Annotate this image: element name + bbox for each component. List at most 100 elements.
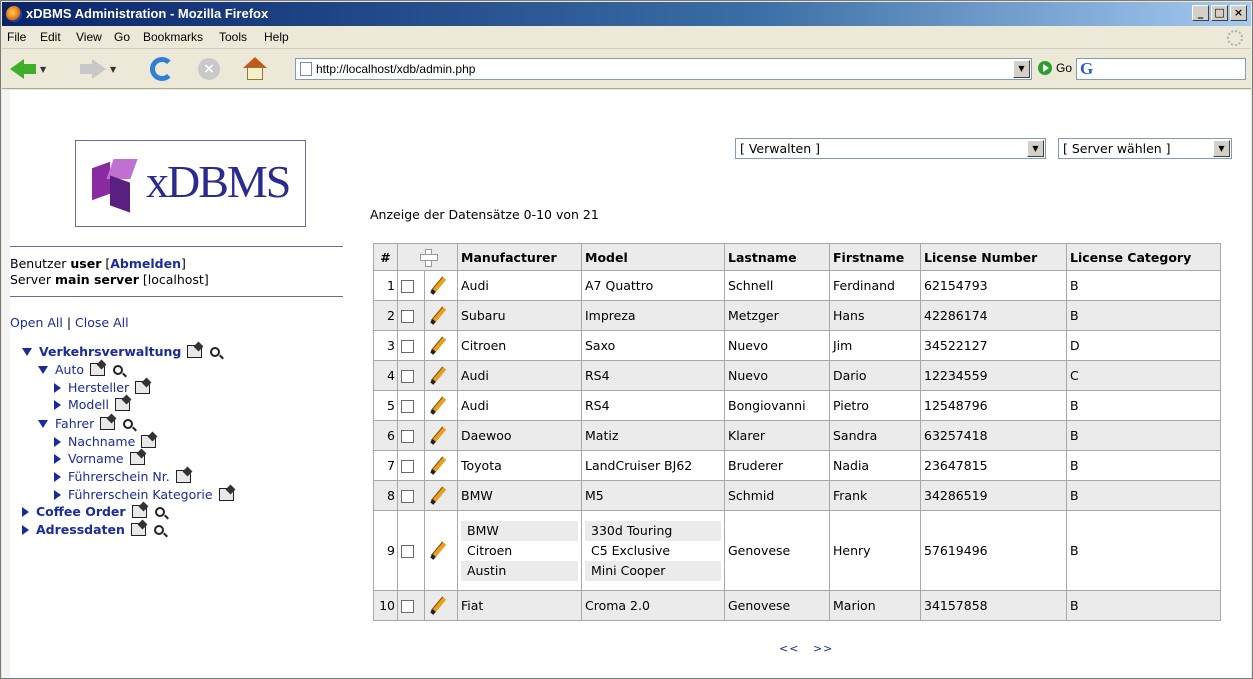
chevron-down-icon[interactable]: ▼ xyxy=(1027,140,1044,157)
expand-open-icon[interactable] xyxy=(38,365,48,374)
edit-table-icon[interactable] xyxy=(100,417,116,430)
tree-label[interactable]: Coffee Order xyxy=(36,504,126,519)
edit-pencil-icon[interactable] xyxy=(428,397,446,415)
tree-item-fuehrerschein-kategorie[interactable]: Führerschein Kategorie xyxy=(54,487,234,502)
tree-item-adressdaten[interactable]: Adressdaten xyxy=(22,522,164,537)
edit-table-icon[interactable] xyxy=(141,435,157,448)
tree-item-auto[interactable]: Auto xyxy=(38,362,124,377)
row-checkbox[interactable] xyxy=(401,430,414,443)
edit-table-icon[interactable] xyxy=(90,363,106,376)
header-lastname[interactable]: Lastname xyxy=(724,243,830,271)
tree-item-fuehrerschein-nr[interactable]: Führerschein Nr. xyxy=(54,469,191,484)
search-icon[interactable] xyxy=(210,346,221,357)
edit-table-icon[interactable] xyxy=(115,398,131,411)
menu-file[interactable]: File xyxy=(7,30,26,44)
search-icon[interactable] xyxy=(153,524,164,535)
open-all-link[interactable]: Open All xyxy=(10,315,63,330)
row-checkbox[interactable] xyxy=(401,460,414,473)
row-checkbox[interactable] xyxy=(401,600,414,613)
tree-item-vorname[interactable]: Vorname xyxy=(54,451,145,466)
close-all-link[interactable]: Close All xyxy=(75,315,129,330)
edit-pencil-icon[interactable] xyxy=(428,457,446,475)
tree-label[interactable]: Führerschein Nr. xyxy=(68,469,170,484)
tree-item-nachname[interactable]: Nachname xyxy=(54,434,157,449)
expand-open-icon[interactable] xyxy=(38,419,48,428)
menu-help[interactable]: Help xyxy=(264,30,289,44)
row-checkbox[interactable] xyxy=(401,280,414,293)
back-dropdown-icon[interactable]: ▼ xyxy=(40,65,46,74)
tree-label[interactable]: Hersteller xyxy=(68,380,129,395)
expand-closed-icon[interactable] xyxy=(54,489,61,500)
tree-item-modell[interactable]: Modell xyxy=(54,397,131,412)
stop-button[interactable]: × xyxy=(198,55,220,83)
edit-table-icon[interactable] xyxy=(175,470,191,483)
expand-open-icon[interactable] xyxy=(22,347,32,356)
forward-dropdown-icon[interactable]: ▼ xyxy=(110,65,116,74)
tree-label[interactable]: Auto xyxy=(55,362,84,377)
expand-closed-icon[interactable] xyxy=(54,399,61,410)
search-icon[interactable] xyxy=(113,364,124,375)
edit-pencil-icon[interactable] xyxy=(428,337,446,355)
row-checkbox[interactable] xyxy=(401,490,414,503)
logout-link[interactable]: Abmelden xyxy=(110,256,181,271)
expand-closed-icon[interactable] xyxy=(54,382,61,393)
url-input[interactable] xyxy=(316,60,996,78)
edit-table-icon[interactable] xyxy=(187,345,203,358)
forward-button[interactable]: ▼ xyxy=(80,55,116,83)
edit-pencil-icon[interactable] xyxy=(428,427,446,445)
search-icon[interactable] xyxy=(154,506,165,517)
header-license-number[interactable]: License Number xyxy=(920,243,1067,271)
next-page-link[interactable]: >> xyxy=(813,642,833,655)
tree-item-hersteller[interactable]: Hersteller xyxy=(54,380,151,395)
home-button[interactable] xyxy=(242,55,268,83)
maximize-button[interactable]: □ xyxy=(1211,5,1228,21)
row-checkbox[interactable] xyxy=(401,310,414,323)
row-checkbox[interactable] xyxy=(401,370,414,383)
menu-bookmarks[interactable]: Bookmarks xyxy=(143,30,203,44)
edit-pencil-icon[interactable] xyxy=(428,542,446,560)
expand-closed-icon[interactable] xyxy=(54,436,61,447)
row-checkbox[interactable] xyxy=(401,545,414,558)
search-box[interactable]: G xyxy=(1076,58,1246,80)
close-button[interactable]: × xyxy=(1230,5,1247,21)
expand-closed-icon[interactable] xyxy=(22,506,29,517)
tree-label[interactable]: Führerschein Kategorie xyxy=(68,487,213,502)
url-bar[interactable]: ▼ xyxy=(295,58,1032,80)
reload-button[interactable] xyxy=(150,55,174,83)
menu-edit[interactable]: Edit xyxy=(40,30,61,44)
expand-closed-icon[interactable] xyxy=(54,471,61,482)
add-icon[interactable] xyxy=(419,248,438,267)
chevron-down-icon[interactable]: ▼ xyxy=(1213,140,1230,157)
search-icon[interactable] xyxy=(123,418,134,429)
edit-pencil-icon[interactable] xyxy=(428,487,446,505)
tree-item-verkehrsverwaltung[interactable]: Verkehrsverwaltung xyxy=(22,344,221,359)
edit-table-icon[interactable] xyxy=(131,505,147,518)
row-checkbox[interactable] xyxy=(401,400,414,413)
header-license-category[interactable]: License Category xyxy=(1066,243,1221,271)
back-button[interactable]: ▼ xyxy=(10,55,46,83)
edit-table-icon[interactable] xyxy=(129,452,145,465)
server-select[interactable]: [ Server wählen ] ▼ xyxy=(1058,138,1232,159)
expand-closed-icon[interactable] xyxy=(22,524,29,535)
edit-pencil-icon[interactable] xyxy=(428,367,446,385)
expand-closed-icon[interactable] xyxy=(54,453,61,464)
tree-label[interactable]: Nachname xyxy=(68,434,135,449)
manage-select[interactable]: [ Verwalten ] ▼ xyxy=(735,138,1046,159)
minimize-button[interactable]: _ xyxy=(1192,5,1209,21)
edit-table-icon[interactable] xyxy=(130,523,146,536)
tree-label[interactable]: Vorname xyxy=(68,451,124,466)
menu-view[interactable]: View xyxy=(76,30,102,44)
tree-label[interactable]: Adressdaten xyxy=(36,522,125,537)
tree-label[interactable]: Modell xyxy=(68,397,109,412)
edit-pencil-icon[interactable] xyxy=(428,597,446,615)
edit-table-icon[interactable] xyxy=(135,381,151,394)
edit-pencil-icon[interactable] xyxy=(428,277,446,295)
menu-tools[interactable]: Tools xyxy=(219,30,247,44)
url-dropdown-icon[interactable]: ▼ xyxy=(1013,60,1030,78)
header-manufacturer[interactable]: Manufacturer xyxy=(457,243,582,271)
header-firstname[interactable]: Firstname xyxy=(829,243,921,271)
menu-go[interactable]: Go xyxy=(114,30,130,44)
tree-label[interactable]: Fahrer xyxy=(55,416,94,431)
edit-table-icon[interactable] xyxy=(218,488,234,501)
tree-item-coffee-order[interactable]: Coffee Order xyxy=(22,504,165,519)
